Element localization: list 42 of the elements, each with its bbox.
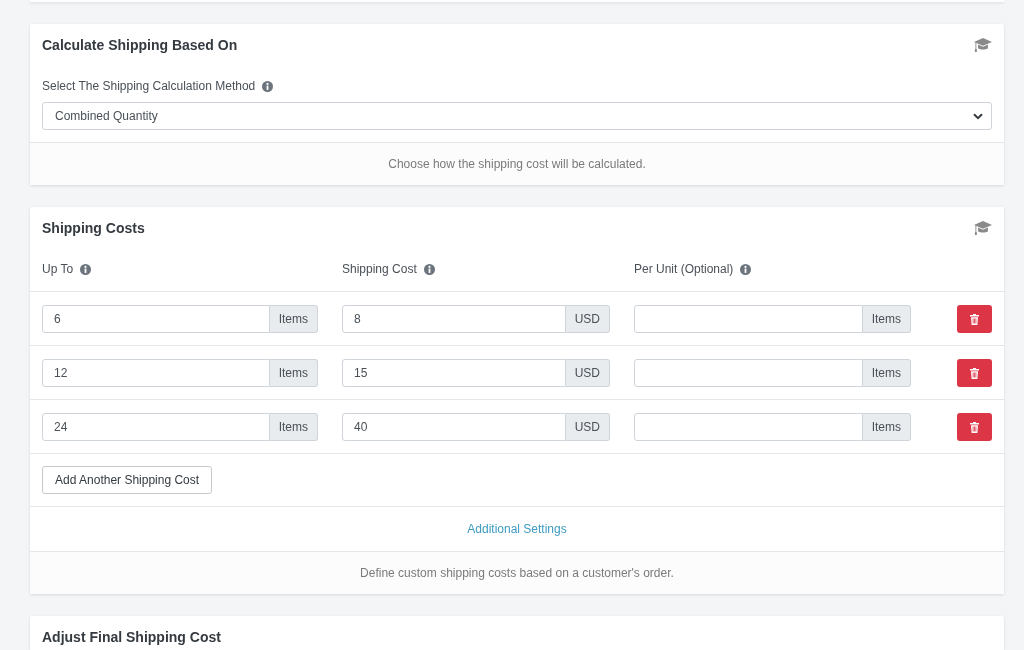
help-text: Choose how the shipping cost will be calculated. xyxy=(388,156,646,172)
unit-addon: USD xyxy=(565,413,610,441)
per-unit-input[interactable] xyxy=(634,413,863,441)
graduation-cap-icon[interactable] xyxy=(974,38,992,52)
field-label: Select The Shipping Calculation Method xyxy=(42,78,256,94)
unit-addon: Items xyxy=(862,359,911,387)
shipping-cost-input[interactable]: 40 xyxy=(342,413,566,441)
method-select[interactable]: Combined Quantity xyxy=(42,102,992,130)
up-to-input[interactable]: 24 xyxy=(42,413,270,441)
shipping-cost-input[interactable]: 8 xyxy=(342,305,566,333)
up-to-input[interactable]: 12 xyxy=(42,359,270,387)
unit-addon: Items xyxy=(269,305,318,333)
info-icon xyxy=(740,263,752,275)
up-to-input[interactable]: 6 xyxy=(42,305,270,333)
unit-addon: Items xyxy=(269,359,318,387)
column-header: Shipping Cost xyxy=(342,261,417,277)
shipping-cost-input[interactable]: 15 xyxy=(342,359,566,387)
card-title: Calculate Shipping Based On xyxy=(42,36,238,55)
info-icon xyxy=(423,263,435,275)
unit-addon: USD xyxy=(565,359,610,387)
trash-icon xyxy=(970,421,979,433)
delete-button[interactable] xyxy=(957,413,992,441)
column-header: Per Unit (Optional) xyxy=(634,261,734,277)
graduation-cap-icon[interactable] xyxy=(974,221,992,235)
unit-addon: Items xyxy=(862,413,911,441)
help-text: Define custom shipping costs based on a customer's order. xyxy=(360,565,674,581)
trash-icon xyxy=(970,367,979,379)
add-shipping-cost-button[interactable]: Add Another Shipping Cost xyxy=(42,466,213,494)
delete-button[interactable] xyxy=(957,359,992,387)
trash-icon xyxy=(970,313,979,325)
card-title: Adjust Final Shipping Cost xyxy=(42,628,222,647)
info-icon xyxy=(262,80,274,92)
per-unit-input[interactable] xyxy=(634,305,863,333)
unit-addon: USD xyxy=(565,305,610,333)
unit-addon: Items xyxy=(862,305,911,333)
info-icon xyxy=(80,263,92,275)
column-header: Up To xyxy=(42,261,74,277)
card-title: Shipping Costs xyxy=(42,219,145,238)
delete-button[interactable] xyxy=(957,305,992,333)
unit-addon: Items xyxy=(269,413,318,441)
per-unit-input[interactable] xyxy=(634,359,863,387)
chevron-down-icon xyxy=(973,112,983,120)
